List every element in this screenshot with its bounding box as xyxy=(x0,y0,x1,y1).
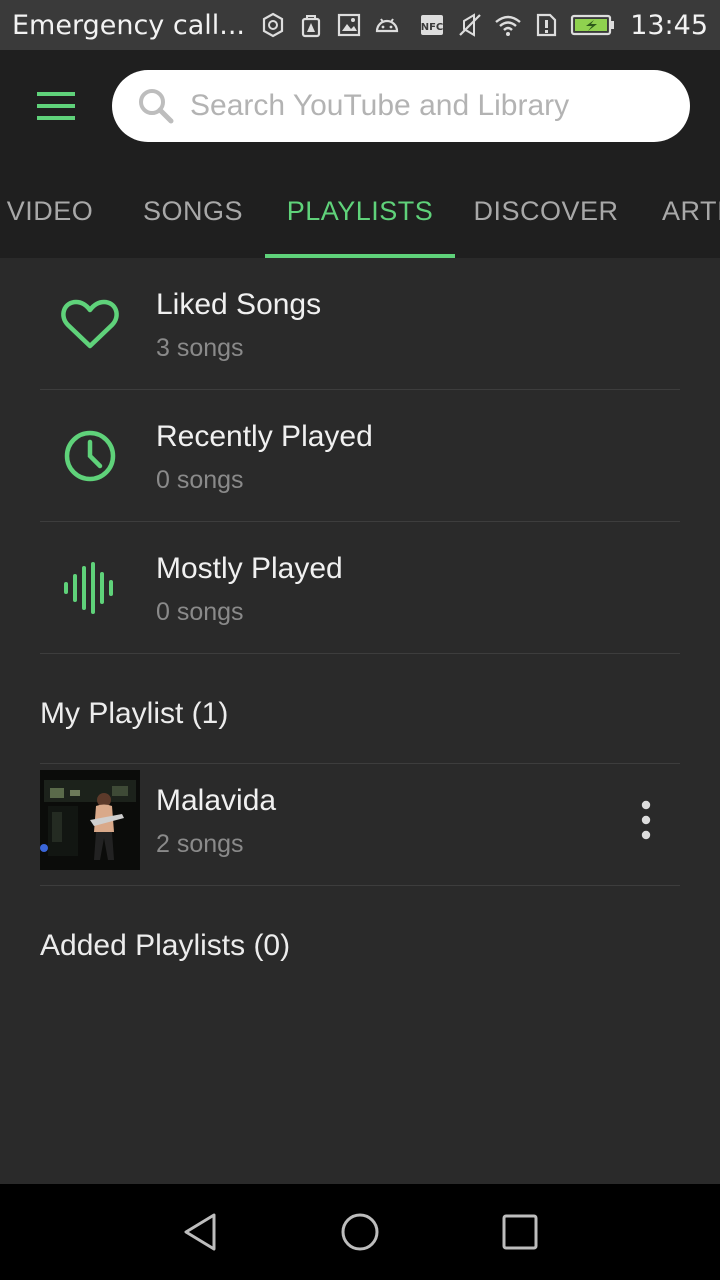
nav-home-button[interactable] xyxy=(330,1202,390,1262)
more-vert-icon xyxy=(641,800,651,840)
menu-button[interactable] xyxy=(30,82,82,130)
playlist-title: Liked Songs xyxy=(156,288,322,321)
tab-video[interactable]: VIDEO xyxy=(0,164,112,258)
playlist-row-malavida[interactable]: Malavida 2 songs xyxy=(40,754,680,886)
status-right-icons: NFC 13:45 xyxy=(418,10,708,41)
my-playlist-heading: My Playlist (1) xyxy=(40,664,680,764)
system-nav-bar xyxy=(0,1184,720,1280)
carrier-text: Emergency call... xyxy=(12,9,246,41)
sound-wave-icon xyxy=(40,522,140,654)
playlist-row-mostly-played[interactable]: Mostly Played 0 songs xyxy=(40,522,680,654)
playlist-row-recently-played[interactable]: Recently Played 0 songs xyxy=(40,390,680,522)
playlist-row-liked-songs[interactable]: Liked Songs 3 songs xyxy=(40,258,680,390)
heart-icon xyxy=(40,258,140,390)
added-playlists-heading: Added Playlists (0) xyxy=(40,929,291,962)
nfc-icon: NFC xyxy=(418,11,446,39)
status-bar: Emergency call... NFC 13:45 xyxy=(0,0,720,50)
more-options-button[interactable] xyxy=(626,798,666,842)
tab-artists[interactable]: ARTI xyxy=(650,164,720,258)
playlist-title: Malavida xyxy=(156,784,277,817)
tab-bar: VIDEO SONGS PLAYLISTS DISCOVER ARTI xyxy=(0,164,720,258)
hamburger-menu-icon xyxy=(37,92,75,120)
image-icon xyxy=(335,11,363,39)
tab-songs[interactable]: SONGS xyxy=(130,164,256,258)
app-root: Emergency call... NFC 13:45 Search YouTu… xyxy=(0,0,720,1280)
search-icon xyxy=(139,89,174,124)
back-icon xyxy=(184,1213,216,1251)
nfc-service-icon xyxy=(259,11,287,39)
clock-time: 13:45 xyxy=(630,9,708,41)
svg-text:NFC: NFC xyxy=(421,22,444,33)
clock-icon xyxy=(40,390,140,522)
nav-recents-button[interactable] xyxy=(490,1202,550,1262)
playlist-count: 3 songs xyxy=(156,334,244,362)
android-icon xyxy=(373,11,401,39)
playlist-count: 0 songs xyxy=(156,598,244,626)
playlist-count: 2 songs xyxy=(156,830,244,858)
tab-playlists[interactable]: PLAYLISTS xyxy=(265,164,455,258)
bag-alert-icon xyxy=(297,11,325,39)
search-input[interactable] xyxy=(190,89,670,123)
muted-icon xyxy=(456,11,484,39)
playlist-title: Mostly Played xyxy=(156,552,343,585)
status-left-icons xyxy=(259,11,401,39)
recents-icon xyxy=(502,1214,538,1250)
playlist-count: 0 songs xyxy=(156,466,244,494)
nav-back-button[interactable] xyxy=(170,1202,230,1262)
album-art-thumbnail xyxy=(40,770,140,870)
tab-discover[interactable]: DISCOVER xyxy=(464,164,628,258)
wifi-icon xyxy=(494,11,522,39)
search-bar[interactable] xyxy=(112,70,690,142)
battery-icon xyxy=(570,11,616,39)
top-app-bar xyxy=(0,50,720,164)
playlist-title: Recently Played xyxy=(156,420,373,453)
sim-alert-icon xyxy=(532,11,560,39)
playlists-content: Liked Songs 3 songs Recently Played 0 so… xyxy=(0,258,720,1184)
home-icon xyxy=(341,1213,379,1251)
